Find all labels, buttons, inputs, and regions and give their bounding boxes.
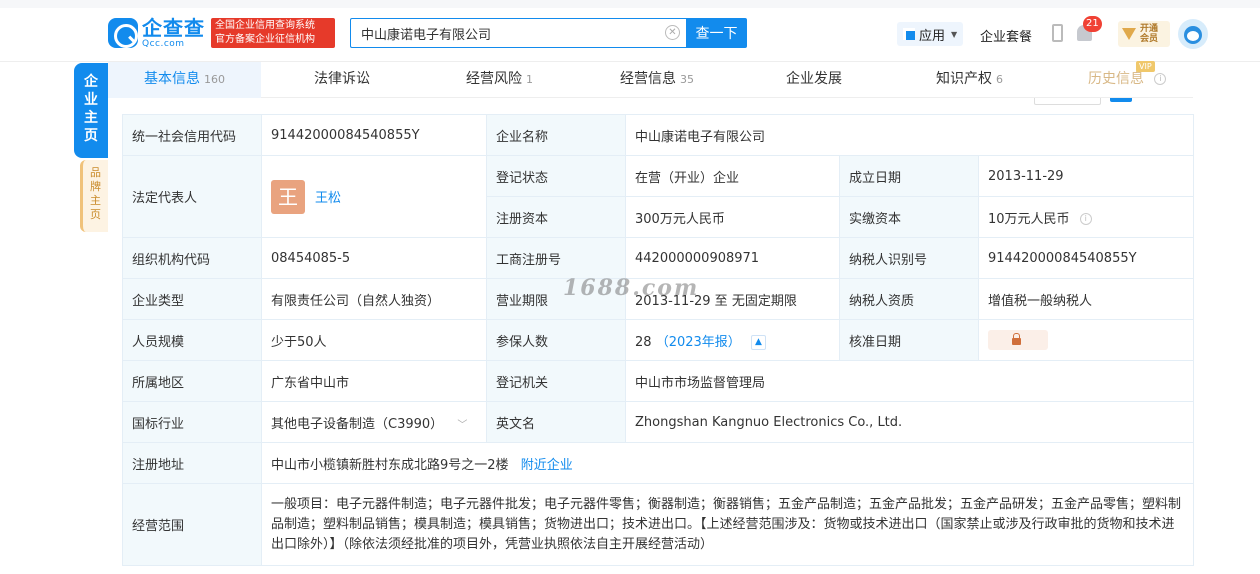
approval-date-label: 核准日期 bbox=[839, 319, 979, 361]
staff-size-value: 少于50人 bbox=[261, 319, 487, 361]
table-row: 组织机构代码 08454085-5 工商注册号 442000000908971 … bbox=[122, 237, 1194, 279]
apps-dropdown[interactable]: 应用 ▼ bbox=[897, 22, 964, 46]
tab-ip[interactable]: 知识产权 6 bbox=[936, 62, 1003, 98]
side-tab-company-home[interactable]: 企业主页 bbox=[74, 63, 108, 158]
trend-chart-icon[interactable]: ▲ bbox=[750, 334, 766, 350]
scope-label: 经营范围 bbox=[122, 483, 262, 566]
industry-value: 其他电子设备制造（C3990） bbox=[271, 416, 444, 432]
credit-code-value: 91442000084540855Y bbox=[261, 114, 487, 156]
search-input[interactable] bbox=[350, 18, 686, 48]
search-button[interactable]: 查一下 bbox=[686, 18, 747, 48]
legal-rep-avatar[interactable]: 王 bbox=[271, 179, 305, 214]
insured-value: 28 bbox=[635, 334, 652, 350]
watermark: 1688.com bbox=[563, 275, 700, 301]
info-icon[interactable]: i bbox=[1079, 213, 1092, 225]
notification-badge: 21 bbox=[1083, 16, 1102, 32]
industry-cell[interactable]: 其他电子设备制造（C3990） ﹀ bbox=[261, 401, 487, 443]
logo-domain: Qcc.com bbox=[142, 38, 185, 49]
est-date-value: 2013-11-29 bbox=[978, 155, 1194, 197]
legal-rep-cell: 王 王松 bbox=[261, 155, 487, 238]
tab-history[interactable]: 历史信息 VIP i bbox=[1088, 61, 1167, 98]
tab-basic-info[interactable]: 基本信息 160 bbox=[108, 62, 261, 98]
insured-cell: 28 （2023年报） ▲ bbox=[625, 319, 840, 361]
table-row: 所属地区 广东省中山市 登记机关 中山市市场监督管理局 bbox=[122, 360, 1194, 402]
vip-tag: VIP bbox=[1136, 61, 1155, 72]
top-header: 企查查 Qcc.com 全国企业信用查询系统 官方备案企业征信机构 ✕ 查一下 … bbox=[0, 0, 1260, 62]
side-tab-brand-home[interactable]: 品牌主页 bbox=[80, 160, 108, 232]
info-icon[interactable]: i bbox=[1154, 73, 1167, 85]
est-date-label: 成立日期 bbox=[839, 155, 979, 197]
taxpayer-id-value: 91442000084540855Y bbox=[978, 237, 1194, 279]
paid-capital-value: 10万元人民币 bbox=[988, 211, 1070, 227]
official-badge: 全国企业信用查询系统 官方备案企业征信机构 bbox=[211, 18, 335, 48]
chevron-down-icon[interactable]: ﹀ bbox=[457, 420, 467, 431]
industry-label: 国标行业 bbox=[122, 401, 262, 443]
region-label: 所属地区 bbox=[122, 360, 262, 402]
company-type-value: 有限责任公司（自然人独资） bbox=[261, 278, 487, 320]
table-row: 经营范围 一般项目：电子元器件制造；电子元器件批发；电子元器件零售；衡器制造；衡… bbox=[122, 483, 1194, 566]
mobile-icon[interactable] bbox=[1052, 24, 1063, 42]
taxpayer-id-label: 纳税人识别号 bbox=[839, 237, 979, 279]
biz-reg-no-label: 工商注册号 bbox=[486, 237, 626, 279]
clear-icon[interactable]: ✕ bbox=[665, 25, 680, 40]
credit-code-label: 统一社会信用代码 bbox=[122, 114, 262, 156]
table-row: 注册地址 中山市小榄镇新胜村东成北路9号之一2楼 附近企业 bbox=[122, 442, 1194, 484]
paid-capital-cell: 10万元人民币 i bbox=[978, 196, 1194, 238]
english-name-label: 英文名 bbox=[486, 401, 626, 443]
user-avatar[interactable] bbox=[1178, 19, 1208, 49]
table-row: 统一社会信用代码 91442000084540855Y 企业名称 中山康诺电子有… bbox=[122, 114, 1194, 156]
legal-rep-label: 法定代表人 bbox=[122, 155, 262, 238]
scope-value: 一般项目：电子元器件制造；电子元器件批发；电子元器件零售；衡器制造；衡器销售；五… bbox=[261, 483, 1194, 566]
section-tabs: 基本信息 160 法律诉讼 经营风险 1 经营信息 35 企业发展 知识产权 6 历史信… bbox=[108, 61, 1193, 98]
company-name-label: 企业名称 bbox=[486, 114, 626, 156]
legal-rep-link[interactable]: 王松 bbox=[315, 187, 341, 206]
vip-icon bbox=[1122, 28, 1136, 40]
staff-size-label: 人员规模 bbox=[122, 319, 262, 361]
company-type-label: 企业类型 bbox=[122, 278, 262, 320]
insured-label: 参保人数 bbox=[486, 319, 626, 361]
address-cell: 中山市小榄镇新胜村东成北路9号之一2楼 附近企业 bbox=[261, 442, 1194, 484]
address-value: 中山市小榄镇新胜村东成北路9号之一2楼 bbox=[271, 457, 509, 473]
nearby-companies-link[interactable]: 附近企业 bbox=[521, 458, 573, 473]
table-row: 国标行业 其他电子设备制造（C3990） ﹀ 英文名 Zhongshan Kan… bbox=[122, 401, 1194, 443]
english-name-value: Zhongshan Kangnuo Electronics Co., Ltd. bbox=[625, 401, 1194, 443]
reg-capital-label: 注册资本 bbox=[486, 196, 626, 238]
reg-status-label: 登记状态 bbox=[486, 155, 626, 197]
taxpayer-qual-value: 增值税一般纳税人 bbox=[978, 278, 1194, 320]
tab-risk[interactable]: 经营风险 1 bbox=[466, 62, 533, 98]
vip-open-button[interactable]: 开通会员 bbox=[1118, 21, 1170, 47]
org-code-value: 08454085-5 bbox=[261, 237, 487, 279]
tab-legal[interactable]: 法律诉讼 bbox=[314, 62, 370, 98]
taxpayer-qual-label: 纳税人资质 bbox=[839, 278, 979, 320]
lock-icon[interactable] bbox=[988, 330, 1048, 350]
apps-icon bbox=[903, 28, 915, 40]
hidden-control-active[interactable] bbox=[1110, 98, 1132, 102]
logo-name: 企查查 bbox=[142, 15, 205, 40]
address-label: 注册地址 bbox=[122, 442, 262, 484]
reg-authority-value: 中山市市场监督管理局 bbox=[625, 360, 1194, 402]
reg-authority-label: 登记机关 bbox=[486, 360, 626, 402]
tab-operations[interactable]: 经营信息 35 bbox=[620, 62, 694, 98]
hidden-control[interactable] bbox=[1034, 98, 1101, 105]
basic-info-table: 统一社会信用代码 91442000084540855Y 企业名称 中山康诺电子有… bbox=[122, 114, 1194, 566]
biz-reg-no-value: 442000000908971 bbox=[625, 237, 840, 279]
company-name-value: 中山康诺电子有限公司 bbox=[625, 114, 1194, 156]
caret-down-icon: ▼ bbox=[951, 29, 958, 39]
reg-status-value: 在营（开业）企业 bbox=[625, 155, 840, 197]
site-logo[interactable]: 企查查 Qcc.com 全国企业信用查询系统 官方备案企业征信机构 bbox=[108, 17, 335, 49]
approval-date-cell bbox=[978, 319, 1194, 361]
table-row: 人员规模 少于50人 参保人数 28 （2023年报） ▲ 核准日期 bbox=[122, 319, 1194, 361]
logo-icon bbox=[108, 18, 138, 48]
table-row: 法定代表人 王 王松 登记状态 在营（开业）企业 成立日期 2013-11-29 bbox=[122, 155, 1194, 238]
region-value: 广东省中山市 bbox=[261, 360, 487, 402]
tab-development[interactable]: 企业发展 bbox=[786, 62, 842, 98]
enterprise-package-link[interactable]: 企业套餐 bbox=[980, 26, 1032, 45]
org-code-label: 组织机构代码 bbox=[122, 237, 262, 279]
annual-report-link[interactable]: （2023年报） bbox=[656, 335, 741, 350]
paid-capital-label: 实缴资本 bbox=[839, 196, 979, 238]
reg-capital-value: 300万元人民币 bbox=[625, 196, 840, 238]
